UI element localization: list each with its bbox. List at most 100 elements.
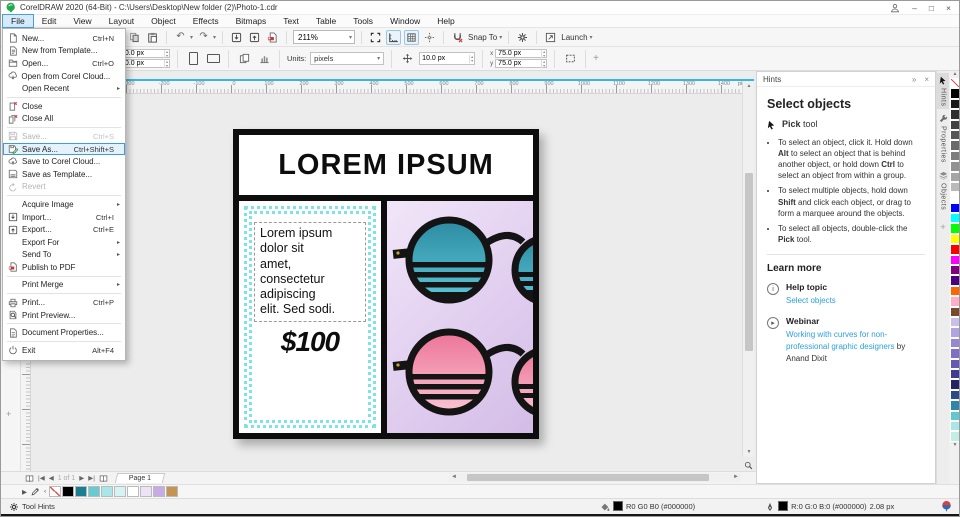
account-icon[interactable] [890,2,900,13]
document-palette-color[interactable] [114,486,126,497]
publish-pdf-button[interactable] [265,30,280,45]
menu-file[interactable]: File [3,15,33,27]
minimize-button[interactable]: – [912,3,917,13]
file-menu-item-save-to-corel-cloud[interactable]: Save to Corel Cloud... [3,155,125,168]
palette-color[interactable] [950,151,960,161]
document-palette-color[interactable] [153,486,165,497]
palette-color[interactable] [950,400,960,410]
copy-icon[interactable] [127,30,142,45]
scroll-up-icon[interactable]: ▲ [743,81,755,91]
vertical-scroll-thumb[interactable] [745,173,753,351]
file-menu-item-open-recent[interactable]: Open Recent▸ [3,82,125,95]
redo-button[interactable]: ↷ [196,30,211,45]
palette-color[interactable] [950,203,960,213]
file-menu-item-revert[interactable]: Revert [3,181,125,194]
drawing-canvas[interactable]: LOREM IPSUM Lorem ipsumdolor sitamet,con… [31,94,741,471]
snap-to-dropdown-icon[interactable]: ▾ [499,34,502,41]
palette-color[interactable] [950,327,960,337]
menu-help[interactable]: Help [429,15,462,27]
document-page[interactable]: LOREM IPSUM Lorem ipsumdolor sitamet,con… [233,129,539,439]
file-menu-item-new-from-template[interactable]: New from Template... [3,45,125,58]
zoom-level-combo[interactable]: ▾ [293,30,355,44]
horizontal-ruler[interactable]: pixels -300-200-100010020030040050060070… [21,81,754,94]
launch-dropdown-icon[interactable]: ▾ [590,34,593,41]
docker-tab-properties[interactable]: Properties [937,111,950,166]
palette-color[interactable] [950,390,960,400]
webinar-link[interactable]: Working with curves for non-professional… [786,330,895,351]
fill-color-icon[interactable] [600,501,610,511]
palette-color[interactable] [950,307,960,317]
import-button[interactable] [229,30,244,45]
menu-window[interactable]: Window [382,15,428,27]
palette-color[interactable] [950,275,960,285]
palette-color[interactable] [950,411,960,421]
menu-object[interactable]: Object [143,15,184,27]
palette-color[interactable] [950,379,960,389]
document-palette-color[interactable] [127,486,139,497]
status-gear-icon[interactable] [9,501,19,511]
toolbox-plus-button[interactable]: + [6,409,11,419]
docker-close-icon[interactable]: × [924,75,929,84]
last-page-button[interactable]: ▶| [86,474,97,482]
palette-color[interactable] [950,161,960,171]
menu-tools[interactable]: Tools [345,15,381,27]
add-docker-button[interactable]: + [940,222,945,232]
palette-color[interactable] [950,338,960,348]
palette-color[interactable] [950,244,960,254]
zoom-level-input[interactable] [296,32,342,43]
redo-dropdown[interactable]: ▾ [213,34,216,41]
palette-expand-icon[interactable]: ▶ [21,488,28,496]
close-button[interactable]: × [946,3,951,13]
paste-icon[interactable] [145,30,160,45]
file-menu-item-exit[interactable]: ExitAlt+F4 [3,344,125,357]
document-palette-color[interactable] [101,486,113,497]
palette-up-icon[interactable]: ▲ [953,71,958,78]
palette-color[interactable] [950,369,960,379]
next-page-button[interactable]: ▶ [77,474,86,482]
show-grid-button[interactable] [404,30,419,45]
file-menu-item-print[interactable]: Print...Ctrl+P [3,296,125,309]
portrait-button[interactable] [185,51,201,67]
file-menu-item-acquire-image[interactable]: Acquire Image▸ [3,198,125,211]
menu-edit[interactable]: Edit [34,15,65,27]
fullscreen-button[interactable] [368,30,383,45]
horizontal-scrollbar[interactable]: ◄ ► [449,473,741,482]
outline-pen-icon[interactable] [765,501,775,511]
file-menu-item-save-as-template[interactable]: Save as Template... [3,168,125,181]
file-menu-item-close-all[interactable]: Close All [3,113,125,126]
palette-color[interactable] [950,348,960,358]
previous-page-button[interactable]: ◀ [47,474,56,482]
help-topic-link[interactable]: Select objects [786,295,836,307]
file-menu-item-print-merge[interactable]: Print Merge▸ [3,279,125,292]
file-menu-item-open[interactable]: Open...Ctrl+O [3,57,125,70]
menu-table[interactable]: Table [308,15,344,27]
landscape-button[interactable] [205,51,221,67]
file-menu-item-export[interactable]: Export...Ctrl+E [3,223,125,236]
undo-button[interactable]: ↶ [173,30,188,45]
outline-color-swatch[interactable] [778,501,788,511]
vertical-scrollbar[interactable]: ▲ ▼ [742,81,754,457]
add-page-after-icon[interactable] [97,474,110,483]
palette-down-icon[interactable]: ▼ [953,442,958,449]
file-menu-item-print-preview[interactable]: Print Preview... [3,309,125,322]
undo-dropdown[interactable]: ▾ [190,34,193,41]
palette-color[interactable] [950,130,960,140]
size-width-spinner[interactable]: ▴▾ [164,50,169,58]
eyedropper-icon[interactable] [30,487,41,496]
palette-color[interactable] [950,172,960,182]
docker-tab-hints[interactable]: Hints [937,73,950,109]
palette-color[interactable] [950,192,960,202]
duplicate-y-field[interactable] [496,60,534,67]
file-menu-item-new[interactable]: New...Ctrl+N [3,32,125,45]
file-menu-item-save[interactable]: Save...Ctrl+S [3,130,125,143]
menu-layout[interactable]: Layout [101,15,143,27]
palette-color[interactable] [950,140,960,150]
document-palette-color[interactable] [88,486,100,497]
units-select[interactable]: pixels ▾ [310,52,384,65]
palette-color[interactable] [950,213,960,223]
menu-text[interactable]: Text [275,15,307,27]
nudge-spinner[interactable]: ▴▾ [469,55,474,63]
menu-view[interactable]: View [65,15,99,27]
menu-effects[interactable]: Effects [185,15,227,27]
palette-color[interactable] [950,78,960,88]
